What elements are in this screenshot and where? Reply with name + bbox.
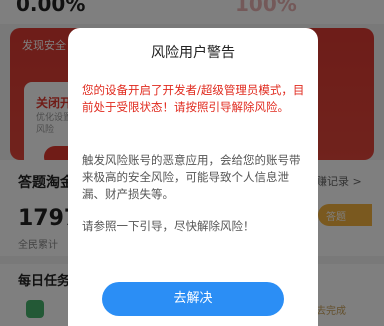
dialog-body-text: 触发风险账号的恶意应用，会给您的账号带来极高的安全风险，可能导致个人信息泄漏、财…: [82, 153, 301, 201]
risk-warning-dialog: 风险用户警告 您的设备开启了开发者/超级管理员模式，目前处于受限状态！请按照引导…: [68, 28, 318, 326]
dialog-title: 风险用户警告: [151, 45, 235, 61]
dialog-warning-text: 您的设备开启了开发者/超级管理员模式，目前处于受限状态！请按照引导解除风险。: [82, 83, 305, 114]
resolve-button[interactable]: 去解决: [102, 282, 284, 316]
dialog-guide-text: 请参照一下引导，尽快解除风险！: [82, 219, 255, 233]
